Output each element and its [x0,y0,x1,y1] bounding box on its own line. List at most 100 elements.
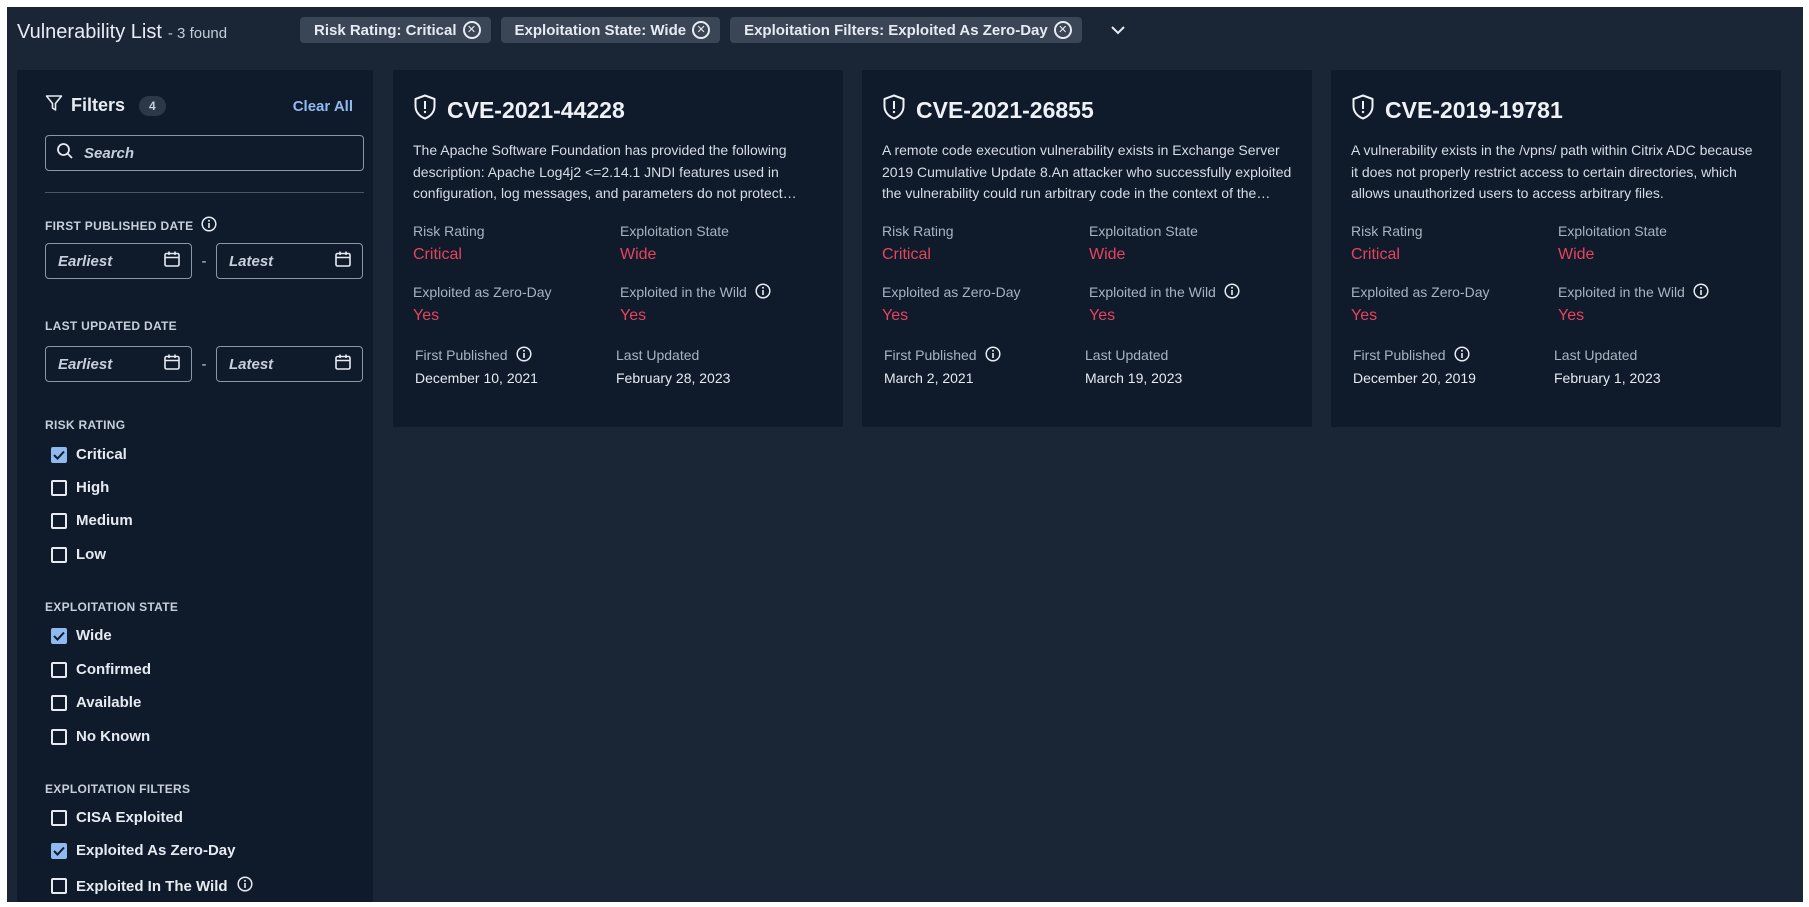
checkbox-label: Exploited In The Wild [76,877,228,895]
divider [45,192,364,193]
last-updated-earliest-input[interactable]: Earliest [45,346,192,382]
checkbox-no-known[interactable]: No Known [51,728,150,745]
clear-all-button[interactable]: Clear All [293,98,353,115]
field-label: Exploited in the Wild [620,282,771,302]
checkbox-checked-icon[interactable] [51,446,67,463]
checkbox-critical[interactable]: Critical [51,446,127,463]
checkbox-unchecked-icon[interactable] [51,809,67,826]
active-filter-chips: Risk Rating: Critical ✕ Exploitation Sta… [300,17,1130,43]
filters-label: Filters [71,95,126,115]
checkbox-available[interactable]: Available [51,694,141,711]
field-label: Exploited as Zero-Day [882,284,1021,300]
checkbox-unchecked-icon[interactable] [51,512,67,529]
info-icon[interactable] [201,216,218,235]
filters-count-badge: 4 [139,95,166,116]
checkbox-unchecked-icon[interactable] [51,479,67,496]
in-the-wild-value: Yes [1089,307,1116,324]
vulnerability-card[interactable]: CVE-2019-19781 A vulnerability exists in… [1331,70,1781,427]
app-window: Vulnerability List - 3 found Risk Rating:… [7,7,1803,902]
info-icon[interactable] [1454,345,1470,365]
checkbox-exploited-as-zero-day[interactable]: Exploited As Zero-Day [51,842,235,859]
first-published-field: First Published March 2, 2021 [884,345,1001,386]
checkbox-label: High [76,479,110,496]
vulnerability-card[interactable]: CVE-2021-26855 A remote code execution v… [862,70,1312,427]
remove-chip-icon[interactable]: ✕ [462,21,481,39]
field-label: Exploitation State [1089,223,1198,239]
card-title[interactable]: CVE-2021-44228 [413,94,625,126]
calendar-icon[interactable] [334,353,352,375]
last-updated-latest-input[interactable]: Latest [216,346,363,382]
info-icon[interactable] [516,345,532,365]
header: Vulnerability List - 3 found Risk Rating:… [7,7,1803,63]
last-updated-value: February 28, 2023 [616,370,731,386]
info-icon[interactable] [1693,282,1709,302]
info-icon[interactable] [755,282,771,302]
remove-chip-icon[interactable]: ✕ [692,21,711,39]
field-label: Risk Rating [413,223,485,239]
exploitation-state-value: Wide [620,246,657,263]
field-label: Last Updated [1085,347,1169,363]
field-label-text: First Published [415,347,508,363]
checkbox-wide[interactable]: Wide [51,627,112,644]
in-the-wild-field: Exploited in the Wild Yes [620,282,771,325]
filters-header: Filters 4 [45,94,166,117]
shield-icon [413,94,437,126]
field-label: First Published [884,345,1001,365]
section-title-text: FIRST PUBLISHED DATE [45,218,194,233]
checkbox-medium[interactable]: Medium [51,512,133,529]
first-published-value: March 2, 2021 [884,370,974,386]
checkbox-unchecked-icon[interactable] [51,728,67,745]
filter-chip-risk-rating[interactable]: Risk Rating: Critical ✕ [300,17,491,43]
calendar-icon[interactable] [163,353,181,375]
checkbox-label: CISA Exploited [76,809,183,826]
field-label: Exploited in the Wild [1089,282,1240,302]
info-icon[interactable] [985,345,1001,365]
calendar-icon[interactable] [163,250,181,272]
checkbox-unchecked-icon[interactable] [51,694,67,711]
field-label: Last Updated [1554,347,1638,363]
checkbox-confirmed[interactable]: Confirmed [51,661,151,678]
info-icon[interactable] [236,876,253,896]
result-count: - 3 found [167,25,228,42]
first-published-latest-input[interactable]: Latest [216,243,363,279]
field-label: Exploited as Zero-Day [1351,284,1490,300]
filter-chip-exploitation-filters[interactable]: Exploitation Filters: Exploited As Zero-… [730,17,1082,43]
calendar-icon[interactable] [334,250,352,272]
checkbox-unchecked-icon[interactable] [51,878,67,894]
checkbox-low[interactable]: Low [51,546,106,563]
risk-rating-value: Critical [413,246,462,263]
field-label: Exploited in the Wild [1558,282,1709,302]
card-title[interactable]: CVE-2021-26855 [882,94,1094,126]
zero-day-value: Yes [1351,307,1378,324]
last-updated-field: Last Updated March 19, 2023 [1085,346,1182,386]
field-label-text: First Published [884,347,977,363]
checkbox-label: No Known [76,728,151,745]
filter-chip-label: Exploitation State: Wide [514,21,687,39]
search-input[interactable] [84,144,344,162]
field-label-text: First Published [1353,347,1446,363]
remove-chip-icon[interactable]: ✕ [1053,21,1072,39]
checkbox-high[interactable]: High [51,479,109,496]
chevron-down-icon[interactable] [1106,18,1130,42]
info-icon[interactable] [1224,282,1240,302]
checkbox-unchecked-icon[interactable] [51,546,67,563]
date-separator: - [201,252,207,270]
vulnerability-card[interactable]: CVE-2021-44228 The Apache Software Found… [393,70,843,427]
exploitation-filters-title: EXPLOITATION FILTERS [45,782,190,796]
page-title: Vulnerability List - 3 found [17,21,227,44]
first-published-value: December 10, 2021 [415,370,538,386]
checkbox-checked-icon[interactable] [51,842,67,859]
checkbox-checked-icon[interactable] [51,627,67,644]
card-description: The Apache Software Foundation has provi… [413,142,787,201]
checkbox-cisa-exploited[interactable]: CISA Exploited [51,809,183,826]
checkbox-exploited-in-the-wild[interactable]: Exploited In The Wild [51,876,253,896]
section-title-text: LAST UPDATED DATE [45,319,177,333]
search-field[interactable] [45,135,364,171]
first-published-earliest-input[interactable]: Earliest [45,243,192,279]
field-label: Last Updated [616,347,700,363]
card-title[interactable]: CVE-2019-19781 [1351,94,1563,126]
checkbox-unchecked-icon[interactable] [51,661,67,678]
filter-chip-exploitation-state[interactable]: Exploitation State: Wide ✕ [500,17,721,43]
cve-id: CVE-2019-19781 [1385,96,1563,123]
checkbox-label: Low [76,546,106,563]
